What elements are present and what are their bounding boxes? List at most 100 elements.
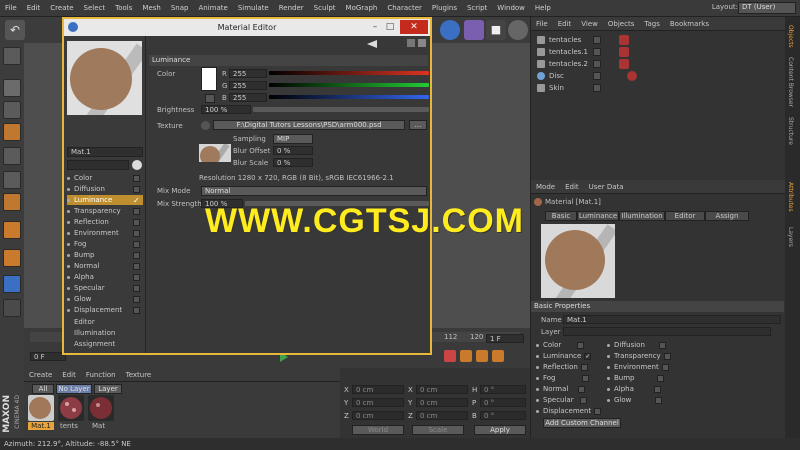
channel-checkbox[interactable] [661,363,669,371]
menu-tools[interactable]: Tools [110,4,137,12]
filter-no-layer[interactable]: No Layer [56,384,92,394]
channel-fog[interactable]: Fog [67,239,143,249]
material-filter-field[interactable] [67,160,129,170]
material-thumb-mat1[interactable] [28,395,54,421]
attr-channel-bump[interactable]: Bump [607,374,664,382]
light-icon[interactable] [508,20,528,40]
magnet-icon[interactable] [3,249,21,267]
mm-menu-edit[interactable]: Edit [57,371,81,379]
channel-glow[interactable]: Glow [67,294,143,304]
item-illumination[interactable]: Illumination [67,328,143,338]
channel-checkbox[interactable] [579,396,587,404]
menu-sculpt[interactable]: Sculpt [309,4,341,12]
mix-mode-select[interactable]: Normal [201,186,427,196]
size-z-field[interactable]: 0 cm [416,411,468,420]
rotation-b-field[interactable]: 0 ° [480,411,526,420]
attr-tab-illumination[interactable]: Illumination [619,211,665,221]
new-panel-icon[interactable] [418,39,426,47]
channel-checkbox[interactable] [133,251,140,259]
filter-layer[interactable]: Layer [94,384,122,394]
channel-checkbox[interactable] [580,363,588,371]
material-tag-icon[interactable] [619,47,629,57]
filter-all[interactable]: All [32,384,54,394]
material-thumb-mat[interactable] [88,395,114,421]
menu-plugins[interactable]: Plugins [427,4,462,12]
rotation-h-field[interactable]: 0 ° [480,385,526,394]
color-mode-button[interactable] [205,94,215,103]
keyframe-button[interactable] [476,350,488,362]
tab-structure[interactable]: Structure [787,117,794,145]
channel-checkbox[interactable] [133,229,140,237]
axis-icon[interactable] [3,193,21,211]
menu-select[interactable]: Select [79,4,111,12]
r-value-field[interactable]: 255 [229,69,267,78]
attr-channel-specular[interactable]: Specular [536,396,587,404]
channel-diffusion[interactable]: Diffusion [67,184,143,194]
attr-channel-luminance[interactable]: Luminance ✓ [536,352,592,360]
tab-attributes[interactable]: Attributes [787,182,794,212]
frame-start-field[interactable]: 0 F [30,352,66,361]
channel-checkbox-checked[interactable]: ✓ [584,352,592,360]
object-row-tentacles-1[interactable]: tentacles.1 [531,46,785,58]
size-y-field[interactable]: 0 cm [416,398,468,407]
channel-checkbox[interactable] [133,295,140,303]
menu-create[interactable]: Create [45,4,78,12]
object-row-tentacles-2[interactable]: tentacles.2 [531,58,785,70]
channel-checkbox[interactable] [133,218,140,226]
autokey-button[interactable] [460,350,472,362]
material-thumb-tents[interactable] [58,395,84,421]
material-tag-icon[interactable] [619,59,629,69]
deformer-icon[interactable] [464,20,484,40]
object-row-disc[interactable]: Disc [531,70,785,82]
layer-input[interactable] [563,327,771,336]
texture-thumbnail[interactable] [199,144,231,162]
eyedropper-icon[interactable] [132,160,142,170]
channel-normal[interactable]: Normal [67,261,143,271]
points-mode-icon[interactable] [3,123,21,141]
item-editor[interactable]: Editor [67,317,143,327]
attr-tab-assign[interactable]: Assign [705,211,749,221]
channel-color[interactable]: Color [67,173,143,183]
menu-file[interactable]: File [0,4,22,12]
visibility-toggle[interactable] [593,48,601,56]
size-x-field[interactable]: 0 cm [416,385,468,394]
texture-mode-icon[interactable] [3,79,21,97]
scale-select[interactable]: Scale [412,425,464,435]
om-menu-file[interactable]: File [531,20,553,28]
blur-offset-field[interactable]: 0 % [273,146,313,155]
visibility-toggle[interactable] [593,84,601,92]
visibility-toggle[interactable] [593,36,601,44]
layout-select[interactable]: DT (User) [738,2,796,14]
channel-checkbox[interactable] [653,385,661,393]
minimize-icon[interactable]: – [368,19,382,36]
brightness-field[interactable]: 100 % [201,105,251,114]
attr-channel-displacement[interactable]: Displacement [536,407,602,415]
om-menu-edit[interactable]: Edit [553,20,577,28]
attr-tab-editor[interactable]: Editor [665,211,705,221]
channel-checkbox[interactable] [133,306,140,314]
menu-window[interactable]: Window [492,4,530,12]
sculpt-icon[interactable] [3,299,21,317]
channel-checkbox[interactable] [656,374,664,382]
channel-checkbox-checked[interactable]: ✓ [133,196,140,204]
attr-channel-color[interactable]: Color [536,341,585,349]
record-button[interactable] [444,350,456,362]
maximize-icon[interactable]: □ [383,19,397,36]
grid-icon[interactable] [3,275,21,293]
material-name-field[interactable]: Mat.1 [67,147,143,157]
attr-tab-luminance[interactable]: Luminance [577,211,619,221]
channel-checkbox[interactable] [133,174,140,182]
am-menu-mode[interactable]: Mode [531,183,560,191]
mm-menu-create[interactable]: Create [24,371,57,379]
attr-channel-reflection[interactable]: Reflection [536,363,588,371]
camera-icon[interactable]: ■ [486,20,506,40]
material-tag-icon[interactable] [627,71,637,81]
visibility-toggle[interactable] [593,72,601,80]
attr-channel-diffusion[interactable]: Diffusion [607,341,666,349]
attr-tab-basic[interactable]: Basic [545,211,577,221]
r-slider[interactable] [269,71,429,75]
position-x-field[interactable]: 0 cm [352,385,404,394]
om-menu-tags[interactable]: Tags [639,20,665,28]
channel-checkbox[interactable] [594,407,602,415]
tab-layers[interactable]: Layers [787,227,794,247]
